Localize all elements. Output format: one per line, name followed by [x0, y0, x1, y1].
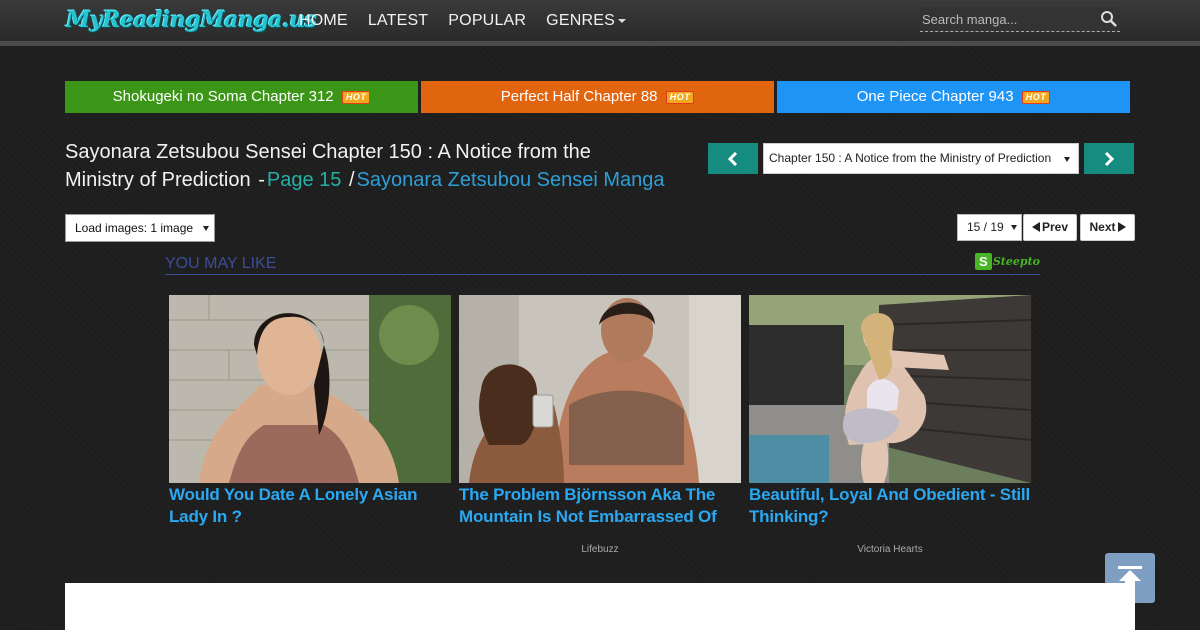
prev-page-button[interactable]: Prev	[1023, 214, 1077, 241]
you-may-like-header: YOU MAY LIKE S Steepto	[165, 252, 1040, 275]
chapter-select-value: Chapter 150 : A Notice from the Ministry…	[769, 151, 1052, 165]
chevron-down-icon	[1064, 157, 1070, 162]
chevron-left-icon	[727, 151, 738, 166]
card-image-woman-fence[interactable]	[749, 295, 1031, 483]
page-select[interactable]: 15 / 19	[957, 214, 1022, 241]
search-input[interactable]	[920, 7, 1096, 31]
nav-genres[interactable]: GENRES	[536, 0, 636, 41]
chevron-down-icon	[617, 18, 626, 23]
main-nav: HOME LATEST POPULAR GENRES	[289, 0, 636, 41]
nav-genres-label: GENRES	[546, 12, 615, 29]
card-caption[interactable]: The Problem Björnsson Aka The Mountain I…	[459, 484, 741, 528]
chevron-right-icon	[1104, 151, 1115, 166]
nav-home[interactable]: HOME	[289, 0, 358, 41]
hot-badge: HOT	[341, 90, 371, 104]
hot-link-label: Shokugeki no Soma Chapter 312	[112, 88, 334, 105]
hot-link-perfect-half[interactable]: Perfect Half Chapter 88 HOT	[421, 81, 774, 113]
hot-badge: HOT	[665, 90, 695, 104]
load-images-select[interactable]: Load images: 1 image	[65, 214, 215, 242]
search-box	[920, 7, 1120, 32]
hot-badge: HOT	[1021, 90, 1051, 104]
manga-page-container	[65, 583, 1135, 630]
card-image-couple-selfie[interactable]	[459, 295, 741, 483]
chevron-down-icon	[203, 226, 209, 231]
page-title: Sayonara Zetsubou Sensei Chapter 150 : A…	[65, 138, 665, 194]
sponsor-logo[interactable]: S Steepto	[974, 252, 1040, 270]
prev-page-label: Prev	[1041, 220, 1069, 234]
arrow-left-icon	[1031, 222, 1040, 232]
chapter-select[interactable]: Chapter 150 : A Notice from the Ministry…	[763, 143, 1079, 174]
recommendation-card[interactable]: Would You Date A Lonely Asian Lady In ?	[169, 295, 451, 544]
chevron-down-icon	[1011, 225, 1017, 230]
card-image-woman-portrait[interactable]	[169, 295, 451, 483]
search-icon[interactable]	[1100, 10, 1118, 28]
sponsor-name: Steepto	[992, 254, 1040, 268]
card-caption[interactable]: Would You Date A Lonely Asian Lady In ?	[169, 484, 451, 528]
recommendation-card[interactable]: The Problem Björnsson Aka The Mountain I…	[459, 295, 741, 555]
manga-link[interactable]: Sayonara Zetsubou Sensei Manga	[357, 169, 665, 191]
card-caption[interactable]: Beautiful, Loyal And Obedient - Still Th…	[749, 484, 1031, 528]
page-select-value: 15 / 19	[967, 220, 1004, 234]
steepto-icon: S	[974, 252, 992, 270]
top-navbar: MyReadingManga.us HOME LATEST POPULAR GE…	[0, 0, 1200, 46]
page-link[interactable]: Page 15	[267, 169, 342, 191]
site-logo[interactable]: MyReadingManga.us	[66, 4, 317, 36]
recommendation-card[interactable]: Beautiful, Loyal And Obedient - Still Th…	[749, 295, 1031, 555]
card-source: Lifebuzz	[581, 544, 619, 555]
load-images-value: Load images: 1 image	[75, 221, 194, 235]
prev-chapter-button[interactable]	[708, 143, 758, 174]
nav-popular[interactable]: POPULAR	[438, 0, 536, 41]
title-separator: /	[348, 169, 355, 191]
next-chapter-button[interactable]	[1084, 143, 1134, 174]
nav-latest[interactable]: LATEST	[358, 0, 438, 41]
arrow-right-icon	[1117, 222, 1126, 232]
card-source: Victoria Hearts	[857, 544, 923, 555]
hot-link-shokugeki[interactable]: Shokugeki no Soma Chapter 312 HOT	[65, 81, 418, 113]
next-page-label: Next	[1089, 220, 1116, 234]
title-separator: -	[258, 169, 265, 191]
hot-link-label: Perfect Half Chapter 88	[500, 88, 658, 105]
hot-link-one-piece[interactable]: One Piece Chapter 943 HOT	[777, 81, 1130, 113]
you-may-like-title: YOU MAY LIKE	[165, 255, 277, 272]
next-page-button[interactable]: Next	[1080, 214, 1135, 241]
hot-link-label: One Piece Chapter 943	[856, 88, 1014, 105]
